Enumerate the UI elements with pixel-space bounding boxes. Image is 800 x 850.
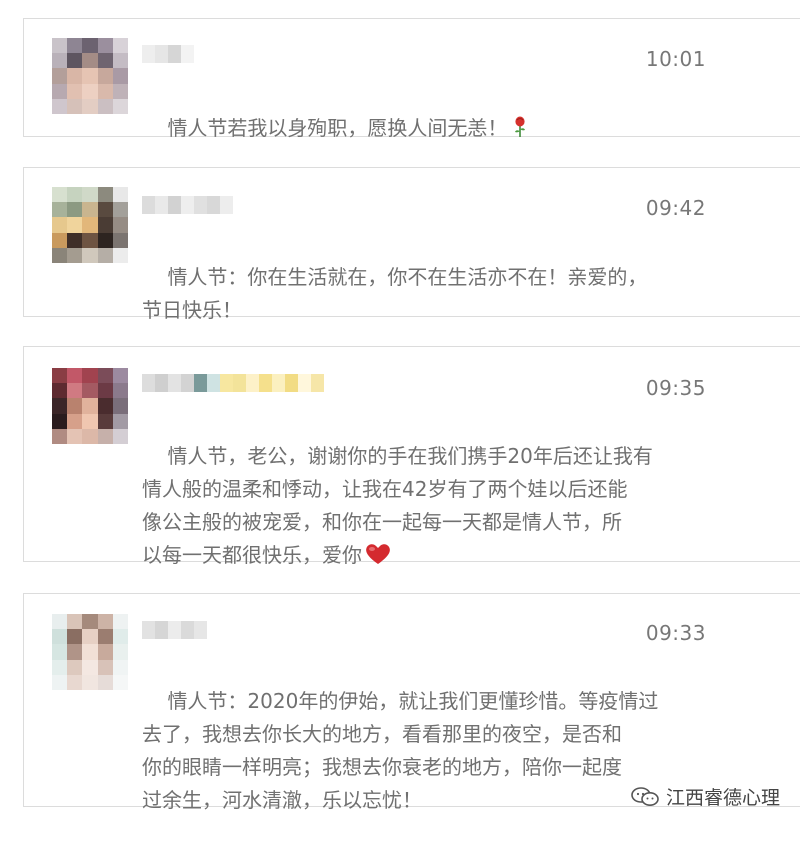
comment-text-body: 情人节若我以身殉职，愿换人间无恙！ — [167, 116, 508, 140]
username-redacted — [142, 374, 324, 392]
comment-text-body: 情人节，老公，谢谢你的手在我们携手20年后还让我有 情人般的温柔和悸动，让我在4… — [142, 444, 653, 567]
comment-card: 09:33 情人节：2020年的伊始，就让我们更懂珍惜。等疫情过 去了，我想去你… — [23, 593, 800, 812]
avatar[interactable] — [52, 368, 128, 444]
comment-text: 情人节若我以身殉职，愿换人间无恙！ — [142, 79, 662, 178]
comment-card: 09:35 情人节，老公，谢谢你的手在我们携手20年后还让我有 情人般的温柔和悸… — [23, 346, 800, 567]
username-redacted — [142, 45, 194, 63]
watermark: 江西睿德心理 — [630, 783, 780, 810]
comment-time: 09:42 — [645, 196, 706, 220]
avatar[interactable] — [52, 187, 128, 263]
comment-text: 情人节：你在生活就在，你不在生活亦不在！亲爱的， 节日快乐！ — [142, 228, 662, 360]
comment-text: 情人节：2020年的伊始，就让我们更懂珍惜。等疫情过 去了，我想去你长大的地方，… — [142, 652, 662, 850]
avatar[interactable] — [52, 614, 128, 690]
rose-icon — [515, 116, 526, 137]
comment-card: 10:01 情人节若我以身殉职，愿换人间无恙！ — [23, 18, 800, 140]
comment-time: 10:01 — [645, 47, 706, 71]
comment-time: 09:35 — [645, 376, 706, 400]
comment-text-body: 情人节：你在生活就在，你不在生活亦不在！亲爱的， 节日快乐！ — [142, 265, 648, 322]
watermark-label: 江西睿德心理 — [665, 787, 780, 809]
comment-text: 情人节，老公，谢谢你的手在我们携手20年后还让我有 情人般的温柔和悸动，让我在4… — [142, 407, 662, 605]
comment-time: 09:33 — [645, 621, 706, 645]
comment-text-body: 情人节：2020年的伊始，就让我们更懂珍惜。等疫情过 去了，我想去你长大的地方，… — [142, 689, 659, 812]
heart-icon — [366, 544, 390, 564]
username-redacted — [142, 621, 207, 639]
comment-card: 09:42 情人节：你在生活就在，你不在生活亦不在！亲爱的， 节日快乐！ — [23, 167, 800, 322]
avatar[interactable] — [52, 38, 128, 114]
username-redacted — [142, 196, 233, 214]
wechat-official-account-icon — [631, 786, 659, 806]
